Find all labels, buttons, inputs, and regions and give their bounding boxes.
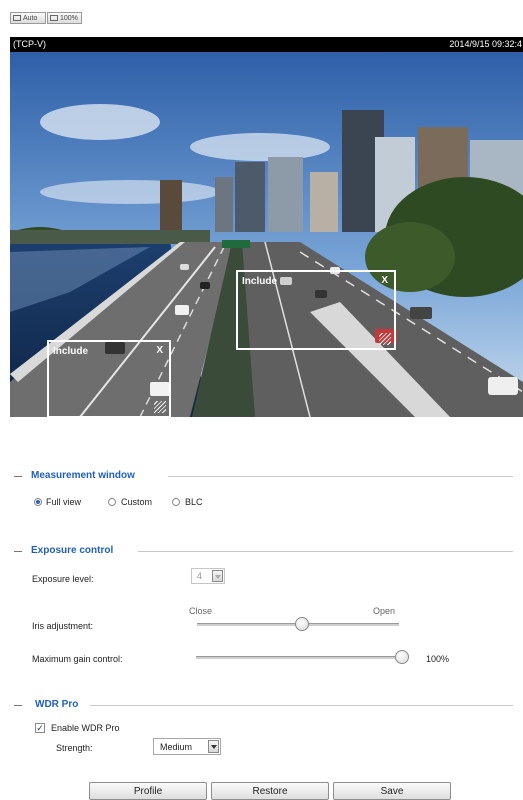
enable-wdr-checkbox[interactable]: ✓ (35, 723, 45, 733)
iris-close-label: Close (189, 606, 213, 616)
roi-window[interactable]: Include X (47, 340, 171, 417)
iris-open-label: Open (373, 606, 396, 616)
roi-label: Include (53, 346, 89, 357)
measurement-window-title: Measurement window (31, 470, 135, 481)
radio-blc[interactable] (172, 498, 180, 506)
section-divider (168, 476, 513, 477)
roi-close-icon[interactable]: X (156, 345, 163, 356)
strength-select[interactable]: Medium (153, 738, 221, 755)
video-header-bar: (TCP-V) 2014/9/15 09:32:4 (10, 37, 523, 52)
chevron-down-icon (212, 570, 223, 582)
exposure-control-title: Exposure control (31, 545, 114, 556)
frame-icon (13, 15, 21, 21)
exposure-level-value: 4 (197, 571, 203, 581)
frame-icon (50, 15, 58, 21)
section-divider (14, 705, 22, 706)
max-gain-label: Maximum gain control: (32, 654, 123, 664)
exposure-level-label: Exposure level: (32, 574, 94, 584)
radio-full-view-label: Full view (46, 497, 82, 507)
resize-handle-icon[interactable] (379, 333, 391, 345)
iris-adjustment-label: Iris adjustment: (32, 621, 94, 631)
video-timestamp: 2014/9/15 09:32:4 (449, 39, 522, 49)
stream-source-label: (TCP-V) (13, 39, 46, 49)
roi-window[interactable]: Include X (236, 270, 396, 350)
gain-slider-track[interactable] (196, 656, 402, 659)
save-button[interactable]: Save (333, 782, 451, 800)
section-divider (14, 476, 22, 477)
section-divider (14, 551, 22, 552)
section-divider (138, 551, 513, 552)
exposure-level-select[interactable]: 4 (191, 568, 225, 584)
wdr-pro-title: WDR Pro (35, 699, 79, 710)
strength-value: Medium (160, 741, 193, 752)
restore-button[interactable]: Restore (211, 782, 329, 800)
radio-full-view[interactable] (34, 498, 42, 506)
radio-custom-label: Custom (121, 497, 153, 507)
section-divider (90, 705, 513, 706)
enable-wdr-label: Enable WDR Pro (51, 723, 120, 733)
radio-blc-label: BLC (185, 497, 203, 507)
zoom-100-label: 100% (60, 14, 78, 22)
live-video-view[interactable]: Include X Include X (10, 52, 523, 417)
profile-button[interactable]: Profile (89, 782, 207, 800)
iris-slider-thumb[interactable] (295, 617, 310, 631)
strength-label: Strength: (56, 743, 93, 753)
radio-custom[interactable] (108, 498, 116, 506)
resize-handle-icon[interactable] (154, 401, 166, 413)
auto-size-button[interactable]: Auto (10, 12, 46, 24)
chevron-down-icon (208, 740, 219, 753)
roi-close-icon[interactable]: X (381, 275, 388, 286)
auto-size-label: Auto (23, 14, 38, 22)
roi-label: Include (242, 276, 278, 287)
gain-slider-thumb[interactable] (395, 650, 409, 664)
gain-value: 100% (426, 654, 450, 664)
zoom-100-button[interactable]: 100% (47, 12, 82, 24)
